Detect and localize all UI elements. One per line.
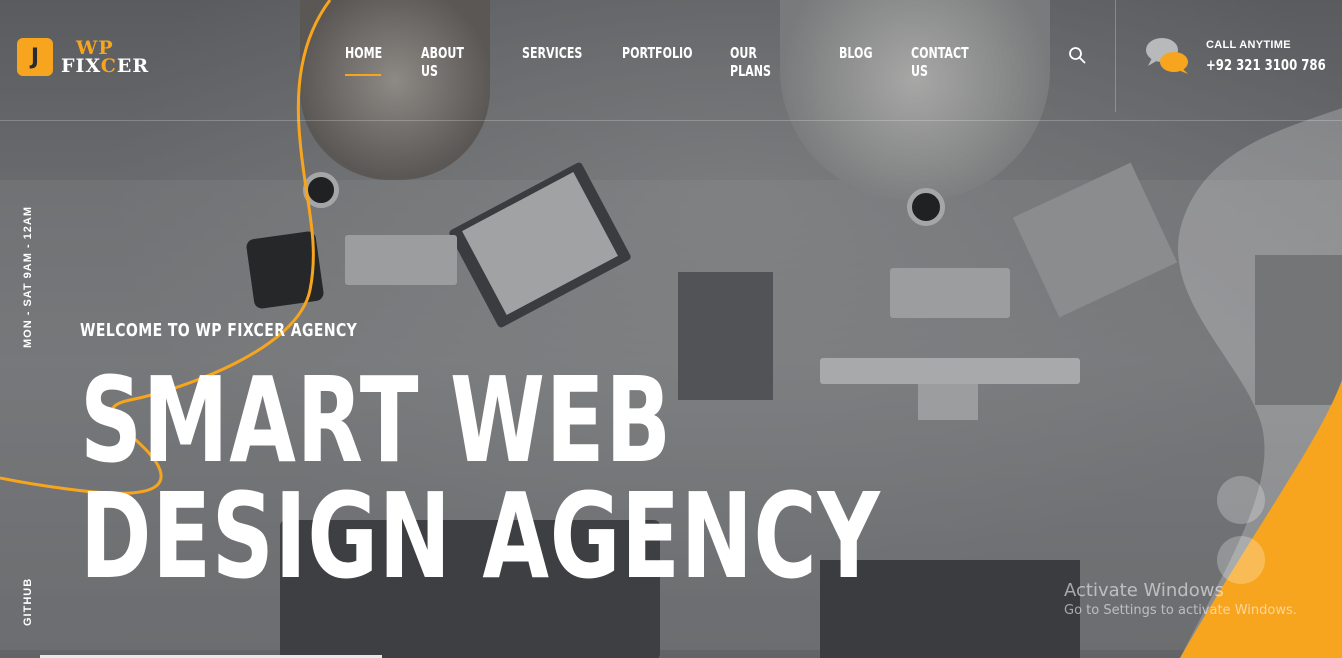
logo-text: WP FIXCER (61, 39, 150, 77)
nav-item-blog[interactable]: BLOG (839, 44, 873, 76)
header-divider-line (0, 120, 1342, 121)
opening-hours: MON - SAT 9AM - 12AM (22, 205, 34, 348)
site-logo[interactable]: J WP FIXCER (17, 38, 149, 76)
github-link[interactable]: GITHUB (22, 578, 34, 626)
main-nav: HOME ABOUT US SERVICES PORTFOLIO OUR PLA… (345, 44, 987, 80)
header-vertical-divider (1115, 0, 1116, 112)
logo-icon: J (17, 38, 53, 76)
slider-dot[interactable] (1217, 476, 1265, 524)
nav-item-services[interactable]: SERVICES (522, 44, 582, 76)
hero-headline-line1: SMART WEB (80, 351, 672, 489)
call-label: CALL ANYTIME (1206, 39, 1291, 51)
nav-item-our-plans[interactable]: OUR PLANS (730, 44, 787, 80)
nav-item-home[interactable]: HOME (345, 44, 382, 76)
chat-bubbles-icon (1146, 38, 1188, 74)
logo-line2: FIXCER (61, 55, 150, 77)
hero-background: J WP FIXCER HOME ABOUT US SERVICES PORTF… (0, 0, 1342, 658)
watermark-subtitle: Go to Settings to activate Windows. (1064, 603, 1297, 618)
nav-item-about-us[interactable]: ABOUT US (421, 44, 471, 80)
hero-subtitle: WELCOME TO WP FIXCER AGENCY (80, 320, 358, 341)
windows-activation-watermark: Activate Windows Go to Settings to activ… (1064, 580, 1297, 618)
slider-dot[interactable] (1217, 536, 1265, 584)
nav-item-portfolio[interactable]: PORTFOLIO (622, 44, 693, 76)
watermark-title: Activate Windows (1064, 580, 1224, 601)
hero-headline: SMART WEB DESIGN AGENCY (80, 351, 881, 605)
phone-number-link[interactable]: +92 321 3100 786 (1206, 56, 1326, 74)
nav-item-contact-us[interactable]: CONTACT US (911, 44, 973, 80)
hero-headline-line2: DESIGN AGENCY (80, 467, 881, 605)
search-icon[interactable] (1068, 46, 1086, 64)
